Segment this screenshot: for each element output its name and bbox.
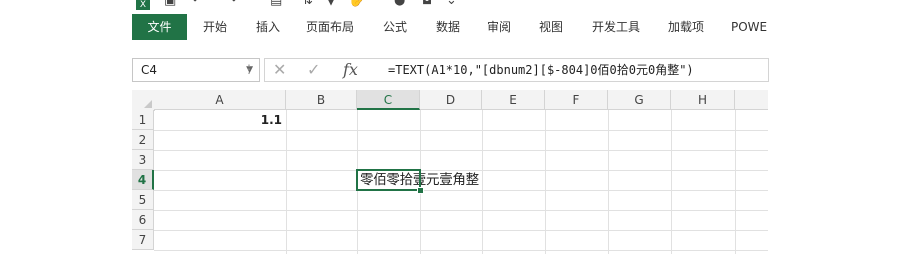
customize-qat-icon[interactable]: ⌄ xyxy=(446,0,457,8)
row-header-4[interactable]: 4 xyxy=(132,170,154,190)
cancel-icon[interactable]: ✕ xyxy=(273,59,286,81)
sort-icon[interactable]: ⇅ xyxy=(302,0,313,8)
name-box[interactable]: C4 ▼ xyxy=(132,58,260,82)
column-header-f[interactable]: F xyxy=(545,90,608,110)
excel-window: X ▣ ↶ ↷ ▤ ⇅ ▼ ✋ ● ◘ ⌄ 文件 开始 插入 页面布局 公式 数… xyxy=(130,0,769,254)
tab-review[interactable]: 审阅 xyxy=(487,14,511,40)
gridline xyxy=(154,250,768,251)
gridline xyxy=(154,150,768,151)
tab-power[interactable]: POWE xyxy=(731,14,767,40)
column-header-a[interactable]: A xyxy=(154,90,286,110)
fill-handle[interactable] xyxy=(417,187,424,194)
row-header-1[interactable]: 1 xyxy=(132,110,154,130)
insert-function-button[interactable]: fx xyxy=(343,59,358,81)
column-header-b[interactable]: B xyxy=(286,90,357,110)
circle-icon[interactable]: ● xyxy=(394,0,405,8)
formula-bar: C4 ▼ ⋮ ✕ ✓ fx =TEXT(A1*10,"[dbnum2][$-80… xyxy=(130,58,769,82)
camera-icon[interactable]: ◘ xyxy=(422,0,432,8)
gridline xyxy=(671,110,672,254)
ribbon-tabs: 文件 开始 插入 页面布局 公式 数据 审阅 视图 开发工具 加载项 POWE xyxy=(130,14,768,40)
tab-data[interactable]: 数据 xyxy=(436,14,460,40)
column-header-i[interactable] xyxy=(735,90,768,110)
name-box-value: C4 xyxy=(141,63,158,77)
undo-icon[interactable]: ↶ xyxy=(192,0,203,8)
row-header-5[interactable]: 5 xyxy=(132,190,154,210)
gridline xyxy=(545,110,546,254)
tab-insert[interactable]: 插入 xyxy=(256,14,280,40)
gridline xyxy=(608,110,609,254)
redo-icon[interactable]: ↷ xyxy=(226,0,237,8)
gridline xyxy=(286,110,287,254)
tab-formulas[interactable]: 公式 xyxy=(383,14,407,40)
row-header-2[interactable]: 2 xyxy=(132,130,154,150)
form-icon[interactable]: ▤ xyxy=(270,0,282,8)
gridline xyxy=(735,110,736,254)
save-icon[interactable]: ▣ xyxy=(164,0,176,8)
gridline xyxy=(154,130,768,131)
tab-view[interactable]: 视图 xyxy=(539,14,563,40)
column-header-h[interactable]: H xyxy=(671,90,735,110)
worksheet-grid: A B C D E F G H 1 2 3 4 5 6 7 1.1 零佰零拾壹元… xyxy=(130,90,768,254)
active-cell-border xyxy=(356,169,421,191)
filter-icon[interactable]: ▼ xyxy=(326,0,336,8)
gridline xyxy=(154,190,768,191)
select-all-button[interactable] xyxy=(132,90,155,111)
tab-developer[interactable]: 开发工具 xyxy=(592,14,640,40)
column-header-d[interactable]: D xyxy=(420,90,482,110)
row-header-6[interactable]: 6 xyxy=(132,210,154,230)
row-header-7[interactable]: 7 xyxy=(132,230,154,250)
column-header-e[interactable]: E xyxy=(482,90,545,110)
column-header-g[interactable]: G xyxy=(608,90,671,110)
tab-home[interactable]: 开始 xyxy=(203,14,227,40)
excel-logo-icon: X xyxy=(136,0,150,10)
select-all-icon xyxy=(144,100,152,108)
formula-buttons: ✕ ✓ fx xyxy=(264,58,376,82)
resize-handle-icon[interactable]: ⋮ xyxy=(243,60,255,78)
formula-input[interactable]: =TEXT(A1*10,"[dbnum2][$-804]0佰0拾0元0角整") xyxy=(374,58,769,82)
tab-page-layout[interactable]: 页面布局 xyxy=(306,14,354,40)
cell-a1[interactable]: 1.1 xyxy=(154,110,282,130)
gridline xyxy=(482,110,483,254)
gridline xyxy=(154,210,768,211)
hand-icon[interactable]: ✋ xyxy=(348,0,364,8)
formula-text: =TEXT(A1*10,"[dbnum2][$-804]0佰0拾0元0角整") xyxy=(388,63,694,77)
tab-addins[interactable]: 加载项 xyxy=(668,14,704,40)
row-header-3[interactable]: 3 xyxy=(132,150,154,170)
quick-access-toolbar: X ▣ ↶ ↷ ▤ ⇅ ▼ ✋ ● ◘ ⌄ xyxy=(130,0,768,10)
enter-check-icon[interactable]: ✓ xyxy=(307,59,320,81)
gridline xyxy=(154,230,768,231)
column-header-c[interactable]: C xyxy=(357,90,420,110)
tab-file[interactable]: 文件 xyxy=(132,14,187,40)
